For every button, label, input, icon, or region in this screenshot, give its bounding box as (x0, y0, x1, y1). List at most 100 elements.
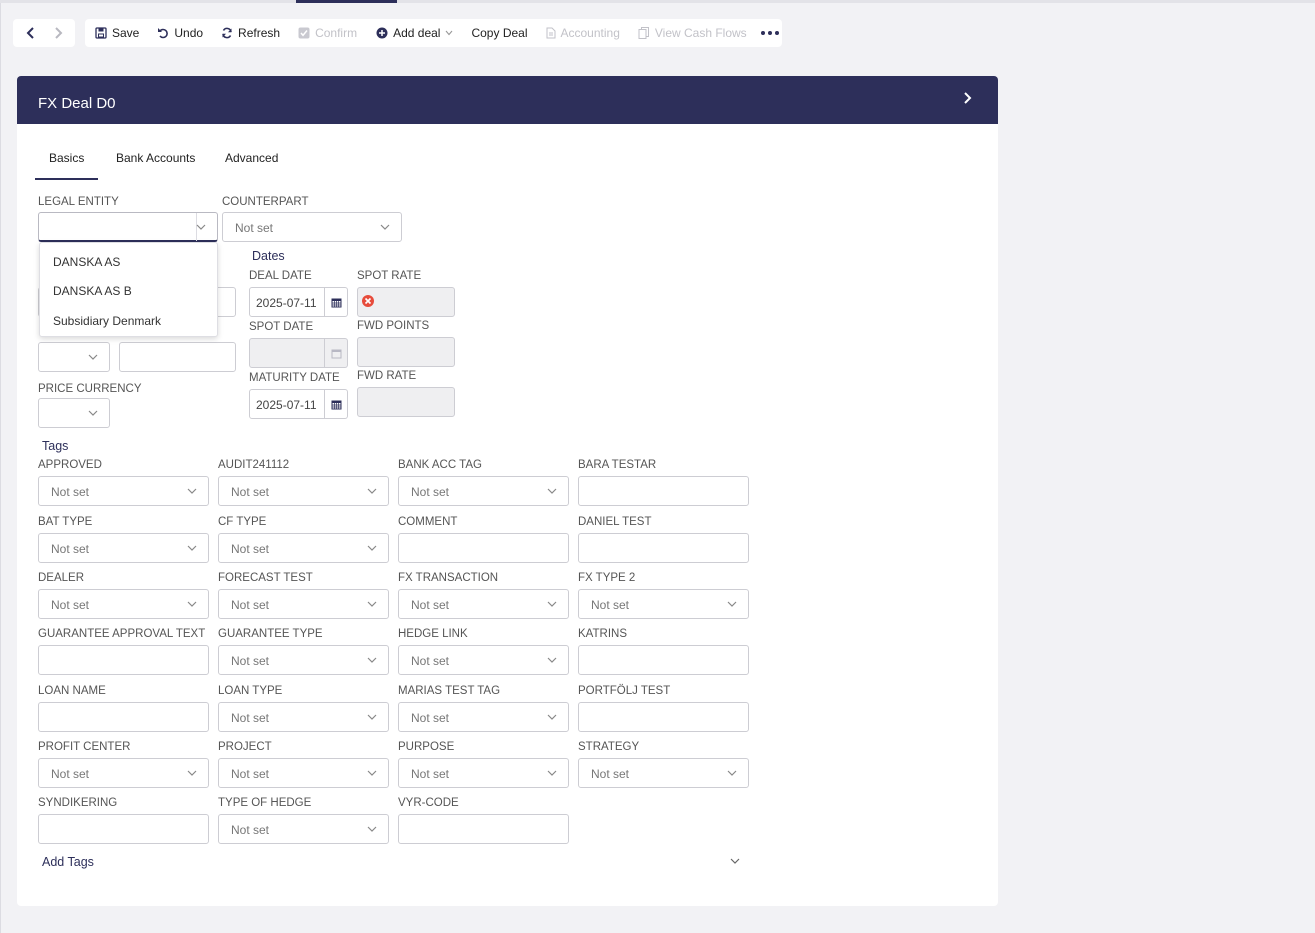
tag-input-loan-name[interactable] (38, 702, 209, 732)
legal-entity-dropdown: DANSKA AS DANSKA AS B Subsidiary Denmark (39, 242, 218, 337)
tag-select-marias-test-tag[interactable]: Not set (398, 702, 569, 732)
tag-select-loan-type[interactable]: Not set (218, 702, 389, 732)
amount-input[interactable] (119, 342, 236, 372)
tag-label-cf-type: CF TYPE (218, 516, 267, 528)
refresh-button[interactable]: Refresh (221, 19, 280, 47)
tag-select-strategy[interactable]: Not set (578, 758, 749, 788)
tags-section-title: Tags (42, 439, 69, 453)
accounting-button[interactable]: Accounting (546, 19, 620, 47)
tag-label-strategy: STRATEGY (578, 741, 640, 753)
more-dot-icon (767, 31, 772, 35)
tag-select-cf-type[interactable]: Not set (218, 533, 389, 563)
copy-deal-label: Copy Deal (471, 26, 528, 40)
tag-value: Not set (231, 485, 270, 499)
tag-value: Not set (411, 711, 450, 725)
refresh-label: Refresh (238, 26, 281, 40)
calendar-icon (331, 349, 341, 358)
chevron-down-icon (187, 545, 197, 551)
view-cash-flows-button[interactable]: View Cash Flows (638, 19, 747, 47)
more-actions-button[interactable] (760, 31, 779, 35)
confirm-button[interactable]: Confirm (298, 19, 357, 47)
tag-select-approved[interactable]: Not set (38, 476, 209, 506)
fwd-rate-input[interactable] (357, 387, 455, 417)
add-deal-button[interactable]: Add deal (376, 19, 453, 47)
save-label: Save (112, 26, 140, 40)
tab-advanced[interactable]: Advanced (225, 151, 278, 165)
tag-input-daniel-test[interactable] (578, 533, 749, 563)
maturity-date-picker: 2025-07-11 (249, 389, 348, 419)
maturity-date-label: MATURITY DATE (249, 372, 340, 384)
save-icon (95, 27, 107, 39)
tag-label-audit241112: AUDIT241112 (218, 459, 290, 471)
tag-input-katrins[interactable] (578, 645, 749, 675)
copy-deal-button[interactable]: Copy Deal (471, 19, 527, 47)
save-button[interactable]: Save (95, 19, 139, 47)
tag-input-syndikering[interactable] (38, 814, 209, 844)
spot-date-input[interactable] (249, 338, 325, 368)
tab-basics[interactable]: Basics (34, 151, 99, 180)
spot-date-calendar-button[interactable] (325, 338, 348, 368)
tag-label-dealer: DEALER (38, 572, 85, 584)
chevron-down-icon (727, 770, 737, 776)
tag-select-dealer[interactable]: Not set (38, 589, 209, 619)
tag-select-project[interactable]: Not set (218, 758, 389, 788)
top-tab-strip (0, 0, 1315, 3)
forward-button[interactable] (48, 23, 68, 43)
history-nav (13, 19, 75, 47)
legal-entity-label: LEGAL ENTITY (38, 196, 119, 208)
tag-select-guarantee-type[interactable]: Not set (218, 645, 389, 675)
tag-input-guarantee-approval-text[interactable] (38, 645, 209, 675)
tag-select-fx-type-2[interactable]: Not set (578, 589, 749, 619)
spot-rate-input[interactable] (357, 287, 455, 317)
chevron-down-icon (88, 354, 98, 360)
legal-entity-option[interactable]: DANSKA AS B (53, 284, 132, 298)
maturity-date-input[interactable]: 2025-07-11 (249, 389, 325, 419)
legal-entity-select[interactable] (38, 212, 218, 242)
chevron-down-icon (446, 30, 453, 36)
price-currency-select[interactable] (38, 398, 110, 428)
tag-select-type-of-hedge[interactable]: Not set (218, 814, 389, 844)
tag-input-bara-testar[interactable] (578, 476, 749, 506)
chevron-down-icon[interactable] (730, 858, 740, 864)
counterpart-select[interactable]: Not set (222, 212, 402, 242)
tab-bank-accounts[interactable]: Bank Accounts (116, 151, 195, 165)
chevron-down-icon (187, 770, 197, 776)
back-button[interactable] (21, 23, 41, 43)
tag-label-portf-lj-test: PORTFÖLJ TEST (578, 685, 671, 697)
spot-date-picker (249, 338, 348, 368)
tag-select-audit241112[interactable]: Not set (218, 476, 389, 506)
fwd-points-input[interactable] (357, 337, 455, 367)
maturity-date-calendar-button[interactable] (325, 389, 348, 419)
spot-date-label: SPOT DATE (249, 321, 314, 333)
tag-select-bat-type[interactable]: Not set (38, 533, 209, 563)
chevron-down-icon (196, 224, 206, 230)
deal-date-input[interactable]: 2025-07-11 (249, 287, 325, 317)
deal-date-calendar-button[interactable] (325, 287, 348, 317)
accounting-label: Accounting (560, 26, 620, 40)
tag-select-purpose[interactable]: Not set (398, 758, 569, 788)
tag-select-hedge-link[interactable]: Not set (398, 645, 569, 675)
tag-label-comment: COMMENT (398, 516, 458, 528)
currency-select[interactable] (38, 342, 110, 372)
legal-entity-option[interactable]: Subsidiary Denmark (53, 314, 161, 328)
tag-label-fx-type-2: FX TYPE 2 (578, 572, 636, 584)
tag-select-profit-center[interactable]: Not set (38, 758, 209, 788)
tag-label-bank-acc-tag: BANK ACC TAG (398, 459, 482, 471)
tag-input-portf-lj-test[interactable] (578, 702, 749, 732)
tag-value: Not set (231, 598, 270, 612)
tag-label-profit-center: PROFIT CENTER (38, 741, 131, 753)
undo-button[interactable]: Undo (157, 19, 203, 47)
tag-label-forecast-test: FORECAST TEST (218, 572, 313, 584)
refresh-icon (222, 27, 232, 39)
tag-select-forecast-test[interactable]: Not set (218, 589, 389, 619)
tag-input-vyr-code[interactable] (398, 814, 569, 844)
tag-label-daniel-test: DANIEL TEST (578, 516, 652, 528)
tag-select-bank-acc-tag[interactable]: Not set (398, 476, 569, 506)
undo-icon (158, 28, 169, 39)
legal-entity-option[interactable]: DANSKA AS (53, 255, 120, 269)
add-tags-button[interactable]: Add Tags (42, 855, 94, 869)
tag-select-fx-transaction[interactable]: Not set (398, 589, 569, 619)
document-icon (546, 27, 555, 39)
expand-panel-button[interactable] (962, 91, 972, 108)
tag-input-comment[interactable] (398, 533, 569, 563)
